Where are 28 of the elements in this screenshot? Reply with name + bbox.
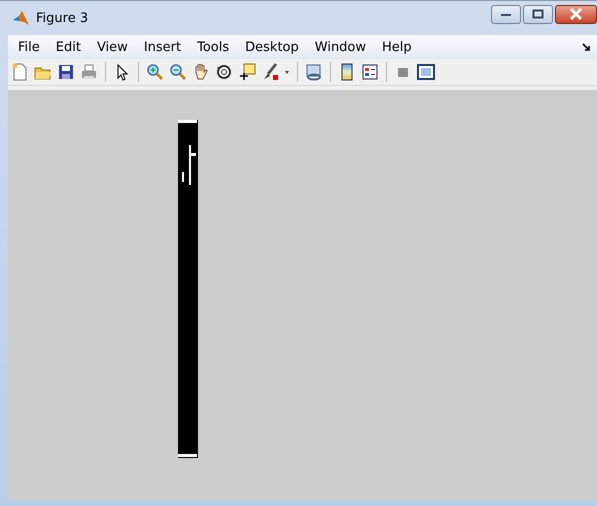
rotate-icon[interactable] <box>215 63 233 81</box>
maximize-button[interactable] <box>523 4 553 24</box>
minimize-icon <box>500 11 512 17</box>
new-file-icon[interactable] <box>11 63 29 81</box>
menu-item[interactable]: Help <box>374 38 420 56</box>
menu-item[interactable]: Edit <box>48 38 89 56</box>
dock-arrow-icon[interactable] <box>582 42 591 52</box>
data-cursor-icon[interactable] <box>238 63 256 81</box>
brush-icon[interactable] <box>261 63 279 81</box>
link-icon[interactable] <box>305 63 323 81</box>
plot-tools-icon[interactable] <box>417 63 435 81</box>
print-icon[interactable] <box>80 63 98 81</box>
zoom-out-icon[interactable] <box>169 63 187 81</box>
legend-icon[interactable] <box>361 63 379 81</box>
maximize-icon <box>532 9 544 19</box>
minimize-button[interactable] <box>491 4 521 24</box>
menu-item[interactable]: View <box>88 38 136 56</box>
close-icon <box>569 8 583 20</box>
menu-item[interactable]: Tools <box>189 38 238 56</box>
menu-item[interactable]: File <box>10 38 48 56</box>
menu-item[interactable]: Window <box>306 38 374 56</box>
close-button[interactable] <box>555 4 597 24</box>
menu-item[interactable]: Desktop <box>237 38 307 56</box>
zoom-in-icon[interactable] <box>146 63 164 81</box>
menu-item[interactable]: Insert <box>136 38 190 56</box>
window-title: Figure 3 <box>36 10 88 26</box>
app-logo-icon <box>12 10 30 26</box>
save-icon[interactable] <box>57 63 75 81</box>
